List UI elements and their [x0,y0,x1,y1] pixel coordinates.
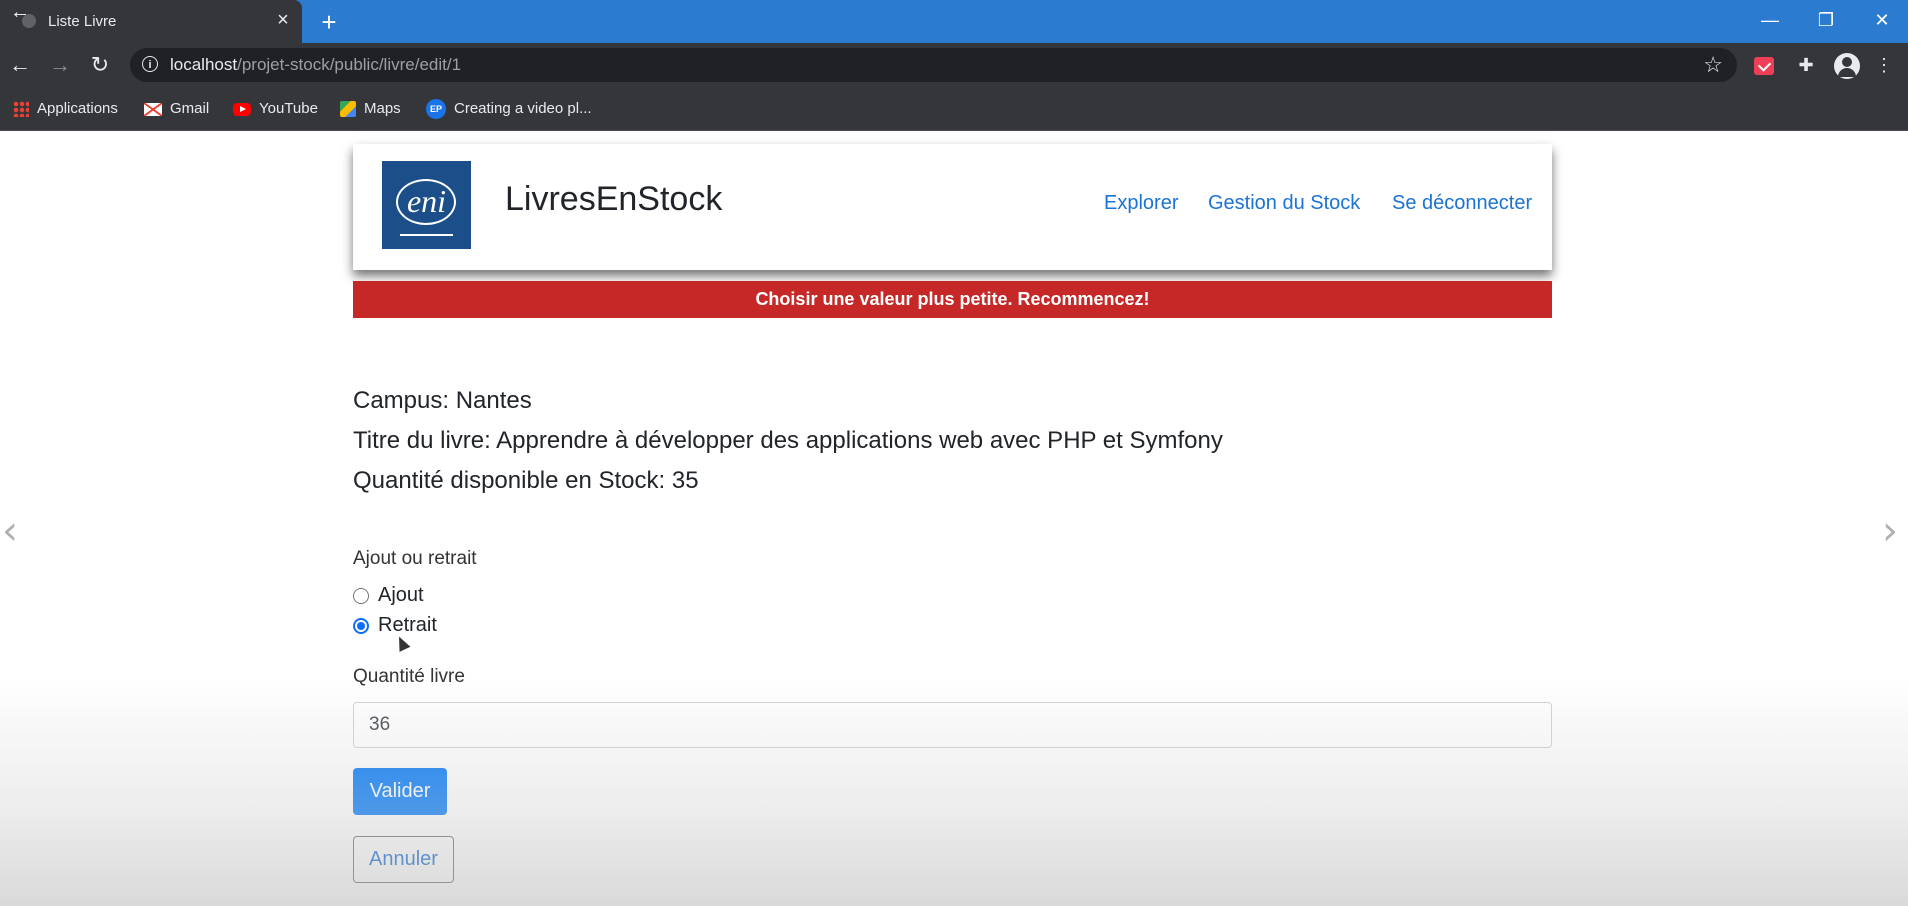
bookmark-label: Maps [364,100,401,117]
youtube-icon [233,102,251,116]
bookmark-maps[interactable]: Maps [340,98,401,120]
nav-logout[interactable]: Se déconnecter [1392,192,1532,215]
logo-underline [400,234,453,236]
quantity-input[interactable] [353,702,1552,748]
restore-icon[interactable]: ❐ [1806,6,1846,34]
window-close-icon[interactable]: ✕ [1862,6,1902,34]
book-title-info: Titre du livre: Apprendre à développer d… [353,427,1223,454]
new-tab-icon[interactable]: + [316,9,342,35]
brand-title[interactable]: LivresEnStock [505,180,722,219]
browser-menu-icon[interactable]: ⋮ [1870,51,1898,79]
url-host: localhost [170,55,238,74]
ep-icon: EP [426,99,446,120]
quantity-label: Quantité livre [353,666,465,687]
bookmarks-bar: Applications Gmail YouTube Maps EP Creati… [0,87,1908,131]
browser-toolbar: ← → ↻ i localhost/projet-stock/public/li… [0,43,1908,87]
nav-explorer[interactable]: Explorer [1104,192,1178,215]
radio-retrait-label[interactable]: Retrait [378,614,437,637]
radio-ajout-label[interactable]: Ajout [378,584,424,607]
eni-logo: eni [382,161,471,249]
close-tab-icon[interactable]: × [272,9,294,31]
operation-label: Ajout ou retrait [353,548,477,569]
extensions-puzzle-icon[interactable]: ✚ [1792,51,1820,79]
campus-info: Campus: Nantes [353,387,532,414]
bookmark-label: Gmail [170,100,210,117]
bookmark-applications[interactable]: Applications [13,98,118,120]
bookmark-label: Creating a video pl... [454,100,592,117]
profile-avatar-icon[interactable] [1834,53,1860,79]
url-text: localhost/projet-stock/public/livre/edit… [170,55,461,75]
stock-info: Quantité disponible en Stock: 35 [353,467,699,494]
browser-tab-active[interactable]: ← Liste Livre × [0,0,302,43]
back-icon[interactable]: ← [6,51,34,79]
minimize-icon[interactable]: — [1750,6,1790,34]
bookmark-star-icon[interactable]: ☆ [1703,52,1723,78]
pocket-extension-icon[interactable] [1754,57,1774,75]
bookmark-youtube[interactable]: YouTube [233,98,318,120]
reload-icon[interactable]: ↻ [86,51,114,79]
error-alert: Choisir une valeur plus petite. Recommen… [353,281,1552,318]
chevron-left-icon[interactable]: ‹ [2,511,22,551]
tab-title: Liste Livre [48,13,117,30]
apps-grid-icon [13,101,29,118]
address-bar[interactable]: i localhost/projet-stock/public/livre/ed… [130,48,1737,82]
nav-gestion-stock[interactable]: Gestion du Stock [1208,192,1360,215]
site-info-icon[interactable]: i [142,56,158,72]
forward-icon[interactable]: → [46,51,74,79]
logo-text: eni [406,183,447,219]
browser-tab-bar: ← Liste Livre × + — ❐ ✕ [0,0,1908,43]
page-content: ‹ › eni LivresEnStock Explorer Gestion d… [0,131,1908,906]
maps-icon [340,101,356,118]
bookmark-creating-video[interactable]: EP Creating a video pl... [426,98,592,120]
back-arrow-icon[interactable]: ← [10,2,34,22]
radio-ajout-input[interactable] [353,588,369,604]
gmail-icon [144,102,162,116]
bookmark-label: Applications [37,100,118,117]
site-header: eni LivresEnStock Explorer Gestion du St… [353,144,1552,270]
chevron-right-icon[interactable]: › [1882,511,1902,551]
url-path: /projet-stock/public/livre/edit/1 [237,55,462,74]
submit-button[interactable]: Valider [353,768,447,815]
bookmark-gmail[interactable]: Gmail [144,98,209,120]
cancel-button[interactable]: Annuler [353,836,454,883]
radio-retrait-input[interactable] [353,618,369,634]
bookmark-label: YouTube [259,100,318,117]
